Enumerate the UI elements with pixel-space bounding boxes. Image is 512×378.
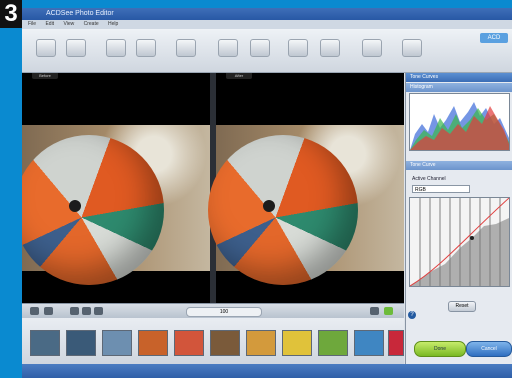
- menu-item-file[interactable]: File: [28, 21, 36, 27]
- view-compare-icon[interactable]: [44, 307, 53, 315]
- filmstrip: [22, 318, 404, 364]
- channel-select[interactable]: RGB: [412, 185, 470, 193]
- menu-item-view[interactable]: View: [63, 21, 74, 27]
- tone-curve-header[interactable]: Tone Curve: [406, 161, 512, 170]
- menu-bar: File Edit View Create Help: [22, 20, 512, 29]
- zoom-slider[interactable]: 100: [186, 307, 262, 317]
- screenshot-frame: 3 ACDSee Photo Editor File Edit View Cre…: [0, 0, 512, 378]
- adjust-side-panel: Tone Curves Histogram Tone Curve Active …: [405, 73, 512, 378]
- after-tag: After: [226, 73, 252, 79]
- zoom-icon[interactable]: [82, 307, 91, 315]
- histogram-chart: [409, 93, 510, 151]
- cancel-button[interactable]: Cancel: [466, 341, 512, 357]
- before-photo: [22, 125, 210, 285]
- menu-item-help[interactable]: Help: [108, 21, 118, 27]
- histogram-header[interactable]: Histogram: [406, 83, 512, 92]
- thumbnail-field[interactable]: [318, 330, 348, 356]
- thumbnail-flowers[interactable]: [174, 330, 204, 356]
- status-bar: [22, 364, 512, 378]
- hand-icon[interactable]: [94, 307, 103, 315]
- brand-logo: ACD: [480, 33, 508, 43]
- pan-icon[interactable]: [70, 307, 79, 315]
- editor-window: ACDSee Photo Editor File Edit View Creat…: [22, 8, 512, 378]
- undo-icon[interactable]: [106, 39, 126, 57]
- filmstrip-toolbar: 100: [22, 303, 404, 318]
- print-icon[interactable]: [402, 39, 422, 57]
- temari-ball-image: [22, 135, 164, 285]
- after-pane[interactable]: After: [208, 73, 404, 303]
- help-icon[interactable]: ?: [408, 311, 416, 319]
- thumbnail-rose[interactable]: [388, 330, 404, 356]
- effects-icon[interactable]: [320, 39, 340, 57]
- open-icon[interactable]: [36, 39, 56, 57]
- adjust-icon[interactable]: [362, 39, 382, 57]
- fit-icon[interactable]: [384, 307, 393, 315]
- before-pane[interactable]: Before: [22, 73, 210, 303]
- view-single-icon[interactable]: [30, 307, 39, 315]
- select-icon[interactable]: [176, 39, 196, 57]
- thumbnail-boats[interactable]: [30, 330, 60, 356]
- crop-icon[interactable]: [218, 39, 238, 57]
- thumbnail-sunset[interactable]: [138, 330, 168, 356]
- channel-label: Active Channel: [412, 176, 446, 182]
- after-photo: [208, 125, 404, 285]
- main-toolbar: ACD: [22, 29, 512, 73]
- tone-curve-graph[interactable]: [409, 197, 510, 287]
- histogram-graphic: [410, 102, 509, 150]
- window-titlebar: ACDSee Photo Editor: [22, 8, 512, 20]
- thumbnail-butterfly[interactable]: [246, 330, 276, 356]
- done-button[interactable]: Done: [414, 341, 466, 357]
- thumbnail-bird[interactable]: [210, 330, 240, 356]
- thumbnail-lake[interactable]: [354, 330, 384, 356]
- step-badge: 3: [0, 0, 22, 28]
- menu-item-edit[interactable]: Edit: [45, 21, 54, 27]
- tone-curve-graphic: [410, 198, 509, 286]
- redo-icon[interactable]: [136, 39, 156, 57]
- thumbnail-coast[interactable]: [102, 330, 132, 356]
- grid-icon[interactable]: [370, 307, 379, 315]
- temari-ball-image: [208, 135, 358, 285]
- panel-header: Tone Curves: [406, 73, 512, 82]
- save-icon[interactable]: [66, 39, 86, 57]
- image-viewer: Before After: [22, 73, 404, 303]
- before-tag: Before: [32, 73, 58, 79]
- menu-item-create[interactable]: Create: [84, 21, 99, 27]
- reset-button[interactable]: Reset: [448, 301, 476, 312]
- thumbnail-yellow-flower[interactable]: [282, 330, 312, 356]
- resize-icon[interactable]: [288, 39, 308, 57]
- rotate-icon[interactable]: [250, 39, 270, 57]
- thumbnail-harbor[interactable]: [66, 330, 96, 356]
